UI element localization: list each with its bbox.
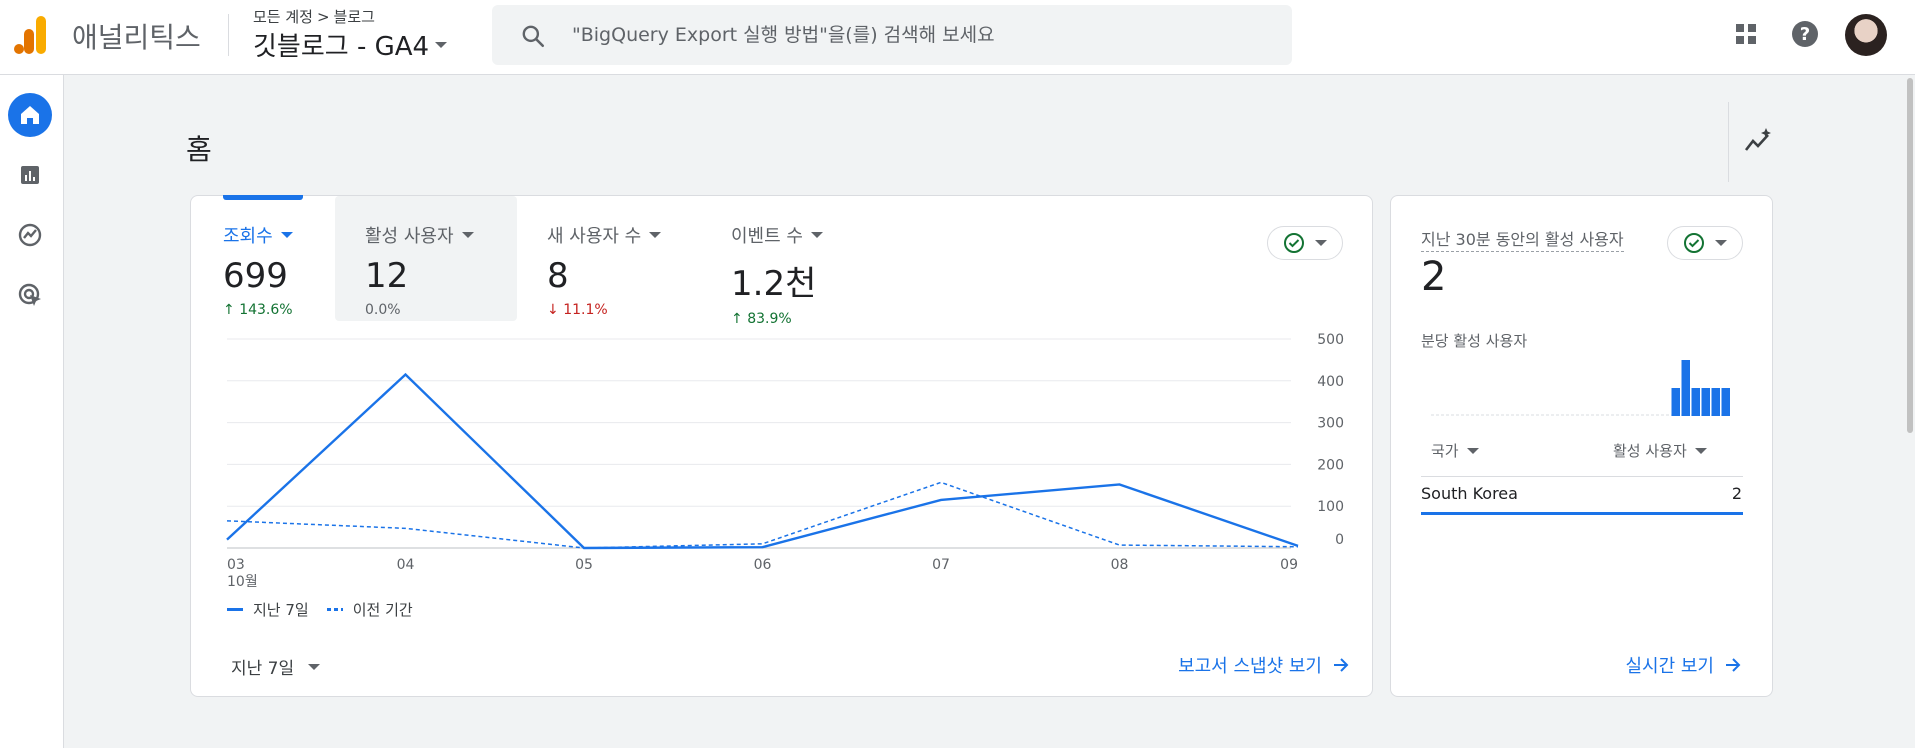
link-label: 실시간 보기 [1625, 656, 1714, 677]
legend-label: 지난 7일 [253, 601, 309, 619]
series-line-last-7-days [226, 372, 1299, 550]
table-divider [1421, 476, 1743, 477]
date-range-label: 지난 7일 [231, 659, 295, 679]
column-label: 국가 [1431, 442, 1459, 460]
app-name: 애널리틱스 [72, 21, 201, 54]
per-minute-bar [1701, 388, 1710, 416]
page-title: 홈 [186, 133, 212, 166]
x-tick-label: 04 [397, 557, 415, 573]
x-tick-label: 05 [575, 557, 593, 573]
chevron-down-icon [1715, 240, 1727, 246]
x-tick-label: 08 [1111, 557, 1129, 573]
breadcrumb[interactable]: 모든 계정 > 블로그 [253, 6, 375, 27]
scrollbar-thumb[interactable] [1907, 78, 1913, 433]
search-icon [522, 25, 545, 48]
x-tick-label: 07 [932, 557, 950, 573]
chevron-right-icon: > [316, 7, 330, 26]
apps-grid-icon[interactable] [1730, 18, 1762, 50]
search-bar[interactable] [492, 5, 1292, 65]
overview-card: 조회수 699 ↑ 143.6% 활성 사용자 12 0.0% 새 사용자 수 … [190, 195, 1373, 697]
per-minute-bar [1721, 388, 1730, 416]
explore-icon [18, 223, 42, 247]
insights-icon[interactable] [1742, 126, 1774, 158]
search-input[interactable] [572, 15, 1272, 55]
side-navigation [0, 75, 64, 748]
chart-legend: 지난 7일 이전 기간 [227, 599, 413, 620]
check-circle-icon [1684, 233, 1704, 253]
property-name: 깃블로그 - GA4 [253, 32, 430, 62]
users-column-header[interactable]: 활성 사용자 [1613, 440, 1707, 461]
bar-chart-icon [21, 166, 39, 184]
y-tick-label: 100 [1317, 499, 1344, 515]
nav-home[interactable] [8, 93, 52, 137]
arrow-right-icon [1334, 658, 1349, 672]
view-report-snapshot-link[interactable]: 보고서 스냅샷 보기 [1178, 652, 1350, 678]
nav-reports[interactable] [8, 153, 52, 197]
analytics-logo-icon[interactable] [14, 16, 48, 54]
help-icon[interactable]: ? [1789, 18, 1821, 50]
insights-divider [1728, 102, 1729, 182]
y-tick-label: 300 [1317, 416, 1344, 432]
realtime-value: 2 [1421, 254, 1447, 300]
home-icon [21, 106, 39, 124]
x-tick-label: 09 [1280, 557, 1298, 573]
property-selector[interactable]: 깃블로그 - GA4 [253, 26, 448, 63]
per-minute-bar-chart [1431, 360, 1731, 416]
breadcrumb-account: 모든 계정 [253, 8, 313, 26]
per-minute-bar [1691, 388, 1700, 416]
per-minute-bar [1681, 360, 1690, 416]
chevron-down-icon [1694, 447, 1707, 454]
target-cursor-icon [18, 283, 41, 306]
legend-swatch-solid [227, 608, 243, 611]
nav-explore[interactable] [8, 213, 52, 257]
realtime-card: 지난 30분 동안의 활성 사용자 2 분당 활성 사용자 국가 활성 사용자 … [1390, 195, 1773, 697]
link-label: 보고서 스냅샷 보기 [1178, 656, 1322, 677]
date-range-select[interactable]: 지난 7일 [231, 654, 321, 679]
column-label: 활성 사용자 [1613, 442, 1687, 460]
per-minute-bar [1671, 388, 1680, 416]
table-row-value: 2 [1731, 484, 1742, 503]
x-tick-label: 03 [227, 557, 245, 573]
chevron-down-icon [1466, 447, 1479, 454]
per-minute-label: 분당 활성 사용자 [1421, 332, 1528, 350]
series-line-previous-period [226, 481, 1299, 549]
y-tick-label: 200 [1317, 457, 1344, 473]
y-tick-label: 400 [1317, 374, 1344, 390]
per-minute-bar [1711, 388, 1720, 416]
header-divider [228, 14, 229, 56]
svg-text:?: ? [1800, 24, 1810, 45]
table-row-country: South Korea [1421, 484, 1518, 503]
data-quality-status-button[interactable] [1667, 226, 1743, 260]
nav-advertising[interactable] [8, 273, 52, 317]
x-sublabel-month: 10월 [227, 574, 258, 590]
y-tick-label: 500 [1317, 332, 1344, 348]
breadcrumb-section: 블로그 [333, 8, 375, 26]
y-tick-label: 0 [1335, 532, 1344, 548]
country-column-header[interactable]: 국가 [1431, 440, 1479, 461]
realtime-title[interactable]: 지난 30분 동안의 활성 사용자 [1421, 226, 1624, 252]
arrow-right-icon [1726, 658, 1741, 672]
table-row-bar [1421, 512, 1743, 515]
chevron-down-icon [435, 41, 448, 48]
line-chart: 500 400 300 200 100 0 03 04 05 06 07 08 09 10월 [226, 332, 1344, 590]
legend-swatch-dashed [326, 608, 343, 611]
chevron-down-icon [308, 663, 321, 670]
top-app-bar: 애널리틱스 모든 계정 > 블로그 깃블로그 - GA4 ? [0, 0, 1915, 75]
legend-label: 이전 기간 [352, 601, 413, 619]
x-tick-label: 06 [754, 557, 772, 573]
avatar[interactable] [1845, 14, 1887, 56]
view-realtime-link[interactable]: 실시간 보기 [1625, 652, 1742, 678]
